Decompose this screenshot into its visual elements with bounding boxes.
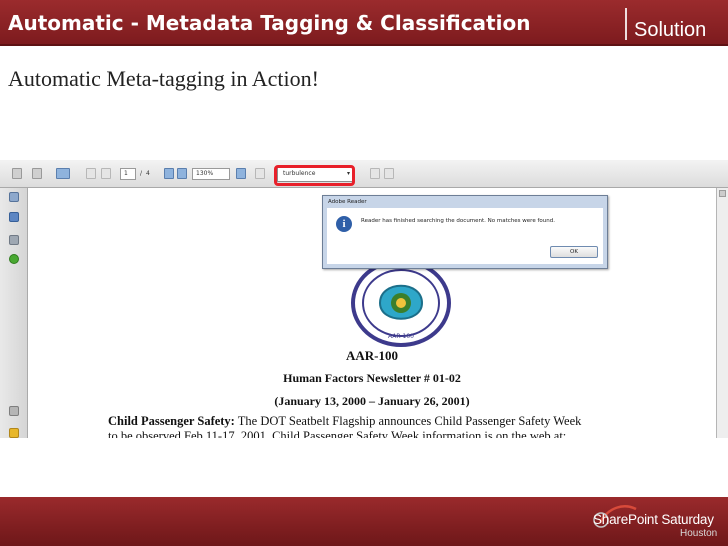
zoom-out-icon[interactable] bbox=[164, 168, 174, 179]
brand-logo: SharePoint Saturday Houston bbox=[590, 503, 724, 543]
print-icon[interactable] bbox=[32, 168, 42, 179]
next-page-icon[interactable] bbox=[101, 168, 111, 179]
vertical-scrollbar[interactable] bbox=[716, 188, 728, 438]
previous-page-icon[interactable] bbox=[86, 168, 96, 179]
find-previous-icon[interactable] bbox=[370, 168, 380, 179]
find-highlight-annotation bbox=[274, 165, 355, 186]
document-code: AAR-100 bbox=[346, 348, 398, 363]
email-icon[interactable] bbox=[56, 168, 70, 179]
brand-city: Houston bbox=[680, 528, 718, 539]
page-separator: / bbox=[140, 170, 143, 177]
scroll-up-icon[interactable] bbox=[719, 190, 726, 197]
attachments-icon[interactable] bbox=[9, 406, 19, 416]
reader-screenshot: 1 / 4 130% turbulence ▾ AAR-100 AAR-100 … bbox=[0, 160, 728, 438]
reader-toolbar: 1 / 4 130% turbulence ▾ bbox=[0, 160, 728, 188]
slide-subtitle: Automatic Meta-tagging in Action! bbox=[8, 66, 319, 91]
newsletter-dates: (January 13, 2000 – January 26, 2001) bbox=[274, 394, 470, 408]
paragraph-line-1: The DOT Seatbelt Flagship announces Chil… bbox=[237, 414, 582, 428]
pages-icon[interactable] bbox=[9, 192, 19, 202]
agency-seal-logo: AAR-100 bbox=[351, 259, 451, 347]
find-next-icon[interactable] bbox=[384, 168, 394, 179]
slide-title: Automatic - Metadata Tagging & Classific… bbox=[8, 11, 531, 35]
comments-icon[interactable] bbox=[9, 428, 19, 438]
document-paragraph: Child Passenger Safety: The DOT Seatbelt… bbox=[108, 414, 581, 429]
paragraph-line-2: to be observed Feb 11-17, 2001. Child Pa… bbox=[108, 429, 567, 438]
fit-width-icon[interactable] bbox=[255, 168, 265, 179]
how-to-icon[interactable] bbox=[9, 254, 19, 264]
bookmarks-icon[interactable] bbox=[9, 212, 19, 222]
dialog-title: Adobe Reader bbox=[328, 199, 367, 205]
paragraph-heading: Child Passenger Safety: bbox=[108, 414, 235, 428]
ok-button[interactable]: OK bbox=[550, 246, 598, 258]
info-icon: i bbox=[336, 216, 352, 232]
slide-footer: SharePoint Saturday Houston bbox=[0, 497, 728, 546]
navigation-panel bbox=[0, 188, 28, 438]
dialog-message: Reader has finished searching the docume… bbox=[361, 218, 555, 224]
fit-page-icon[interactable] bbox=[236, 168, 246, 179]
brand-name: SharePoint Saturday bbox=[593, 512, 714, 527]
slide-title-bar: Automatic - Metadata Tagging & Classific… bbox=[0, 0, 728, 46]
section-tag: Solution bbox=[634, 19, 707, 41]
newsletter-title: Human Factors Newsletter # 01-02 bbox=[283, 371, 461, 385]
signatures-icon[interactable] bbox=[9, 235, 19, 245]
save-icon[interactable] bbox=[12, 168, 22, 179]
search-result-dialog: Adobe Reader i Reader has finished searc… bbox=[322, 195, 608, 269]
zoom-in-icon[interactable] bbox=[177, 168, 187, 179]
page-number-input[interactable]: 1 bbox=[120, 168, 136, 180]
page-total: 4 bbox=[146, 170, 150, 177]
title-separator bbox=[625, 8, 627, 40]
zoom-select[interactable]: 130% bbox=[192, 168, 230, 180]
seal-text: AAR-100 bbox=[388, 333, 414, 340]
